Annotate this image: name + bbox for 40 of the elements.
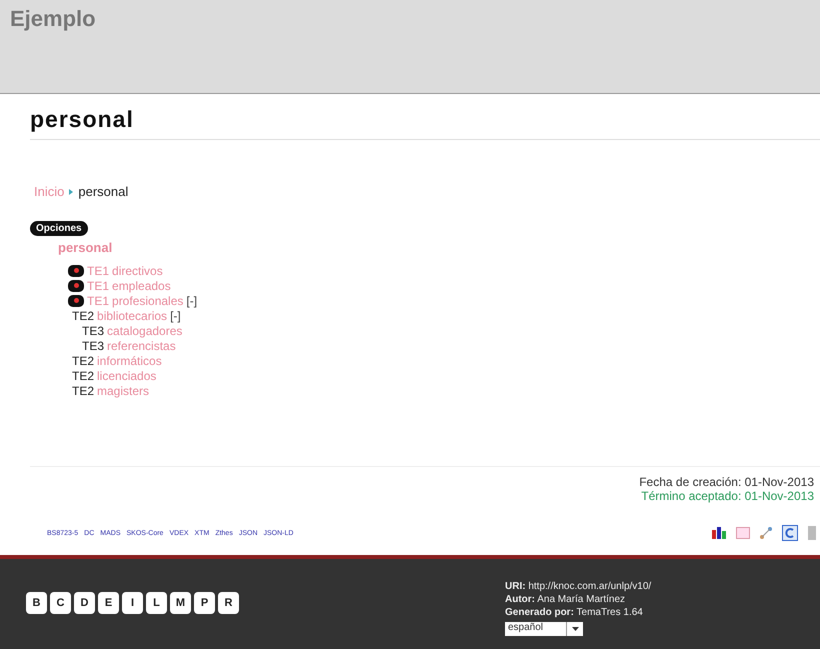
letter-button[interactable]: E <box>98 592 119 614</box>
term-prefix: TE2 <box>72 368 94 382</box>
term-prefix: TE1 <box>87 278 110 292</box>
term-prefix: TE2 <box>72 354 94 368</box>
author-text: Autor: Ana María Martínez <box>505 594 626 605</box>
breadcrumb-separator-icon <box>69 188 74 194</box>
breadcrumb-current: personal <box>78 184 128 199</box>
date-text: Fecha de creación: 01-Nov-2013 <box>639 475 814 489</box>
date-text: Término aceptado: 01-Nov-2013 <box>641 489 814 503</box>
remove-button[interactable] <box>68 280 84 292</box>
letter-button[interactable]: I <box>122 592 143 614</box>
generator-text: Generado por: TemaTres 1.64 <box>505 607 644 618</box>
term-prefix: TE2 <box>72 308 94 322</box>
term-prefix: TE1 <box>87 264 110 278</box>
letter-button[interactable]: P <box>194 592 215 614</box>
remove-button[interactable] <box>68 294 84 306</box>
letter-button[interactable]: C <box>50 592 71 614</box>
tree-root-term: personal <box>58 240 114 255</box>
share-icon[interactable] <box>760 527 772 539</box>
letter-button[interactable]: R <box>218 592 239 614</box>
language-select[interactable]: español <box>505 622 583 636</box>
term-title: personal <box>30 106 820 140</box>
collapse-toggle[interactable]: [-] <box>170 308 181 322</box>
site-title: Ejemplo <box>10 6 97 32</box>
remove-button[interactable] <box>68 264 84 276</box>
term-prefix: TE3 <box>82 338 104 352</box>
letter-tile-icon[interactable] <box>782 525 798 541</box>
uri-text: URI: http://knoc.com.ar/unlp/v10/ <box>505 581 652 592</box>
collapse-toggle[interactable]: [-] <box>186 294 198 308</box>
term-prefix: TE2 <box>72 384 94 398</box>
term-prefix: TE3 <box>82 324 104 338</box>
caret-icon <box>572 627 578 631</box>
letter-button[interactable]: B <box>26 592 47 614</box>
options-button[interactable]: Opciones <box>30 221 88 236</box>
generator-link[interactable]: TemaTres 1.64 <box>576 607 643 618</box>
term-prefix: TE1 <box>87 294 110 308</box>
chart-icon[interactable] <box>712 527 726 539</box>
letter-button[interactable]: D <box>74 592 95 614</box>
letter-button[interactable]: L <box>146 592 167 614</box>
letter-button[interactable]: M <box>170 592 191 614</box>
